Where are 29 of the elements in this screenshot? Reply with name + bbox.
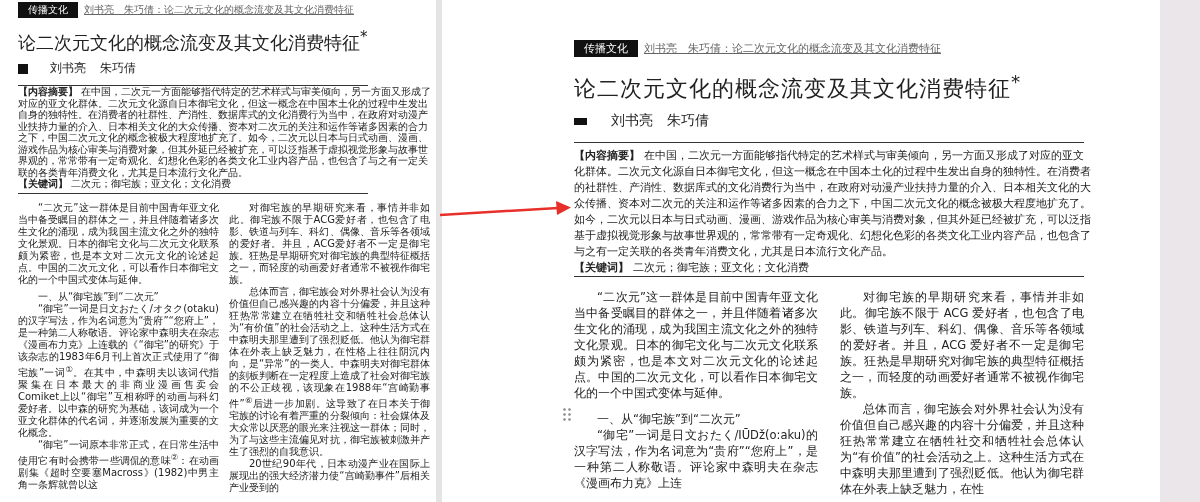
author-name: 刘书亮 [611,112,653,131]
body-paragraph: “御宅”一词是日文おたく/オタク(otaku)的汉字写法，作为名词意为“贵府”“您府上”，是一种第二人称敬语。评论家中森明夫在杂志《漫画布力克》上连载的《“御宅”的研究》于该杂志的1983年6月刊上首次正式使用了“御宅族”一词$^{①}$。在其中，中森明夫以该词代指聚集在日本最大的非商业漫画售卖会Comiket上以“御宅”互相称呼的动画与科幻爱好者。以中森的研究为基础，该词成为一个亚文化群体的代名词，并逐渐发展为重要的文化概念。 [18,302,219,439]
keywords-text: 【关键词】 二次元；御宅族；亚文化；文化消费 [574,260,810,277]
square-bullet-icon [574,117,587,125]
author-name: 刘书亮 [50,60,86,77]
running-head: 刘书亮 朱巧倩：论二次元文化的概念流变及其文化消费特征 [644,41,941,56]
body-paragraph: “御宅”一词原本非常正式，在日常生活中使用它有时会携带一些调侃的意味$^{②}$：在动画剧集《超时空要塞Macross》(1982)中男主角一条辉就曾以这 [18,438,219,492]
section-heading: 一、从“御宅族”到“二次元” [37,290,160,303]
body-paragraph: 20世纪90年代，日本动漫产业在国际上展现出的强大经济潜力使“宫崎勤事件”后相关产业受到的 [229,457,430,494]
section-tag: 传播文化 [574,40,638,57]
body-paragraph: 总体而言，御宅族会对外界社会认为没有价值但自己感兴趣的内容十分偏爱，并且这种狂热常常建立在牺牲社交和牺牲社会总体认为“有价值”的社会活动之上。这种生活方式在中森明夫那里遭到了强烈贬低。他认为御宅群体在外表上缺乏魅力，在性格上往往阴沉内向，是“异常”的一类人。中森明夫对御宅群体的刻板判断在一定程度上造成了社会对御宅族的不公正歧视，该现象在1988年“宫崎勤事件”$^{⑥}$后进一步加剧。这导致了在日本关于御宅族的讨论有着严重的分裂倾向：社会媒体及大众常以厌恶的眼光来注视这一群体；同时，为了与这些主流偏见对抗，御宅族被刺激并产生了强烈的自我意识。 [229,285,430,458]
author-name: 朱巧倩 [100,60,136,77]
body-paragraph: “御宅”一词是日文おたく/IŪDž(o:aku)的汉字写法，作为名词意为“贵府”“您府上”，是一种第二人称敬语。评论家中森明夫在杂志《漫画布力克》上连 [574,427,818,492]
drag-handle-icon[interactable] [563,408,571,421]
body-paragraph: 总体而言，御宅族会对外界社会认为没有价值但自己感兴趣的内容十分偏爱，并且这种狂热常常建立在牺牲社交和牺牲社会总体认为“有价值”的社会活动之上。这种生活方式在中森明夫那里遭到了强烈贬低。他认为御宅群体在外表上缺乏魅力，在性 [840,401,1084,498]
square-bullet-icon [18,63,28,74]
body-paragraph: 对御宅族的早期研究来看，事情并非如此。御宅族不限于ACG爱好者，也包含了电影、铁道与列车、科幻、偶像、音乐等各领域的爱好者。并且，ACG爱好者不一定是御宅族。狂热是早期研究对御宅族的典型特征概括之一，而轻度的动画爱好者通常不被视作御宅族。 [229,201,430,286]
body-paragraph: “二次元”这一群体是目前中国青年亚文化当中备受瞩目的群体之一，并且伴随着诸多次生文化的涌现，成为我国主流文化之外的独特文化景观。日本的御宅文化与二次元文化联系颇为紧密，也是本文对二次元文化的论述起点。中国的二次元文化，可以看作日本御宅文化的一个中国式变体与延伸。 [574,289,818,402]
body-paragraph: “二次元”这一群体是目前中国青年亚文化当中备受瞩目的群体之一，并且伴随着诸多次生文化的涌现，成为我国主流文化之外的独特文化景观。日本的御宅文化与二次元文化联系颇为紧密，也是本文对二次元文化的论述起点。中国的二次元文化，可以看作日本御宅文化的一个中国式变体与延伸。 [18,201,219,286]
running-head: 刘书亮 朱巧倩：论二次元文化的概念流变及其文化消费特征 [84,3,354,17]
abstract-text: 【内容摘要】 在中国，二次元一方面能够指代特定的艺术样式与审美倾向，另一方面又形成了对应的亚文化群体。二次元文化源自日本御宅文化，但这一概念在中国本土化的过程中生发出自身的独特性。在消费者的社群性、产消性、数据库式的文化消费行为当中，在政府对动漫产业扶持力量的介入、日本相关文化的大众传播、资本对二次元的关注和运作等诸多因素的合力之下，中国二次元文化的概念被极大程度地扩充了。如今，二次元以日本与日式动画、漫画、游戏作品为核心审美与消费对象，但其外延已经被扩充，可以泛指基于虚拟视觉形象与故事世界观的，常常带有一定奇观化、幻想化色彩的各类文化工业内容产品，也包含了与之有一定关联的各类青年消费文化，尤其是日本流行文化产品。 [18,86,433,178]
abstract-text: 【内容摘要】 在中国，二次元一方面能够指代特定的艺术样式与审美倾向，另一方面又形成了对应的亚文化群体。二次元文化源自日本御宅文化，但这一概念在中国本土化的过程中生发出自身的独特性。在消费者的社群性、产消性、数据库式的文化消费行为当中，在政府对动漫产业扶持力量的介入、日本相关文化的大众传播、资本对二次元的关注和运作等诸多因素的合力之下，中国二次元文化的概念被极大程度地扩充了。如今，二次元以日本与日式动画、漫画、游戏作品为核心审美与消费对象，但其外延已经被扩充，可以泛指基于虚拟视觉形象与故事世界观的，常常带有一定奇观化、幻想化色彩的各类文化工业内容产品，也包含了与之有一定关联的各类青年消费文化，尤其是日本流行文化产品。 [574,148,1092,261]
body-paragraph: 对御宅族的早期研究来看，事情并非如此。御宅族不限于 ACG 爱好者，也包含了电影、铁道与列车、科幻、偶像、音乐等各领域的爱好者。并且，ACG 爱好者不一定是御宅族。狂热是早期研究对御宅族的典型特征概括之一，而轻度的动画爱好者通常不被视作御宅族。 [840,289,1084,402]
article-title: 论二次元文化的概念流变及其文化消费特征$^{*}$ [574,70,1023,103]
author-name: 朱巧倩 [667,112,709,131]
article-title: 论二次元文化的概念流变及其文化消费特征$^{*}$ [18,27,369,54]
keywords-text: 【关键词】 二次元；御宅族；亚文化；文化消费 [18,178,233,190]
section-heading: 一、从“御宅族”到“二次元” [596,411,742,428]
section-tag: 传播文化 [18,2,78,18]
